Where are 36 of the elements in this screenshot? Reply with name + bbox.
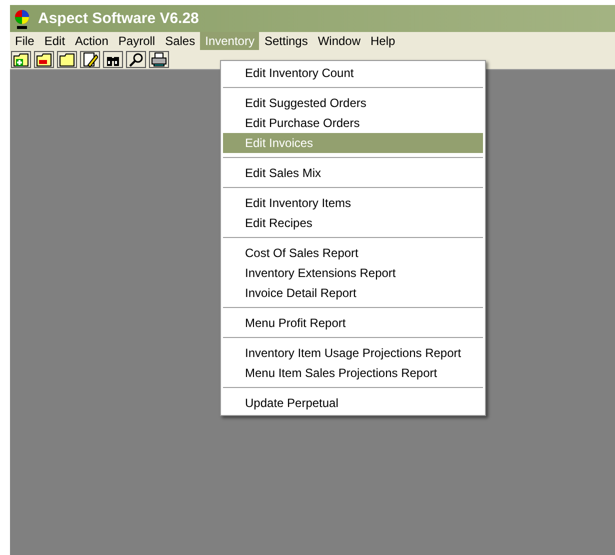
menu-entry[interactable]: Edit Inventory Items xyxy=(223,193,483,213)
search-icon xyxy=(128,52,144,67)
toolbar-button[interactable] xyxy=(11,51,31,68)
menu-item[interactable]: File xyxy=(10,32,40,50)
menu-entry[interactable]: Cost Of Sales Report xyxy=(223,243,483,263)
folder-plus-icon xyxy=(13,52,29,67)
toolbar-button[interactable] xyxy=(103,51,123,68)
menu-item[interactable]: Sales xyxy=(160,32,200,50)
menu-entry[interactable]: Inventory Item Usage Projections Report xyxy=(223,343,483,363)
toolbar-button[interactable] xyxy=(57,51,77,68)
menu-item[interactable]: Action xyxy=(70,32,114,50)
menu-item[interactable]: Help xyxy=(366,32,400,50)
folder-minus-icon xyxy=(36,52,52,67)
menu-entry[interactable]: Invoice Detail Report xyxy=(223,283,483,303)
folder-icon xyxy=(59,52,75,67)
menu-entry[interactable]: Menu Profit Report xyxy=(223,313,483,333)
menu-entry[interactable]: Inventory Extensions Report xyxy=(223,263,483,283)
menu-item[interactable]: Payroll xyxy=(113,32,160,50)
menu-item[interactable]: Settings xyxy=(259,32,313,50)
note-pencil-icon xyxy=(82,52,98,67)
menu-entry[interactable]: Edit Inventory Count xyxy=(223,63,483,83)
menu-entry[interactable]: Edit Sales Mix xyxy=(223,163,483,183)
window-title: Aspect Software V6.28 xyxy=(38,10,199,27)
toolbar-button[interactable] xyxy=(80,51,100,68)
toolbar-button[interactable] xyxy=(34,51,54,68)
menu-entry[interactable]: Edit Suggested Orders xyxy=(223,93,483,113)
menu-entry[interactable]: Menu Item Sales Projections Report xyxy=(223,363,483,383)
printer-icon xyxy=(151,52,167,67)
menu-item[interactable]: Edit xyxy=(39,32,70,50)
toolbar-button[interactable] xyxy=(149,51,169,68)
app-icon xyxy=(14,8,30,28)
menu-entry[interactable]: Update Perpetual xyxy=(223,393,483,413)
toolbar-button[interactable] xyxy=(126,51,146,68)
menu-entry[interactable]: Edit Purchase Orders xyxy=(223,113,483,133)
menu-item[interactable]: Window xyxy=(312,32,366,50)
menu-entry[interactable]: Edit Recipes xyxy=(223,213,483,233)
